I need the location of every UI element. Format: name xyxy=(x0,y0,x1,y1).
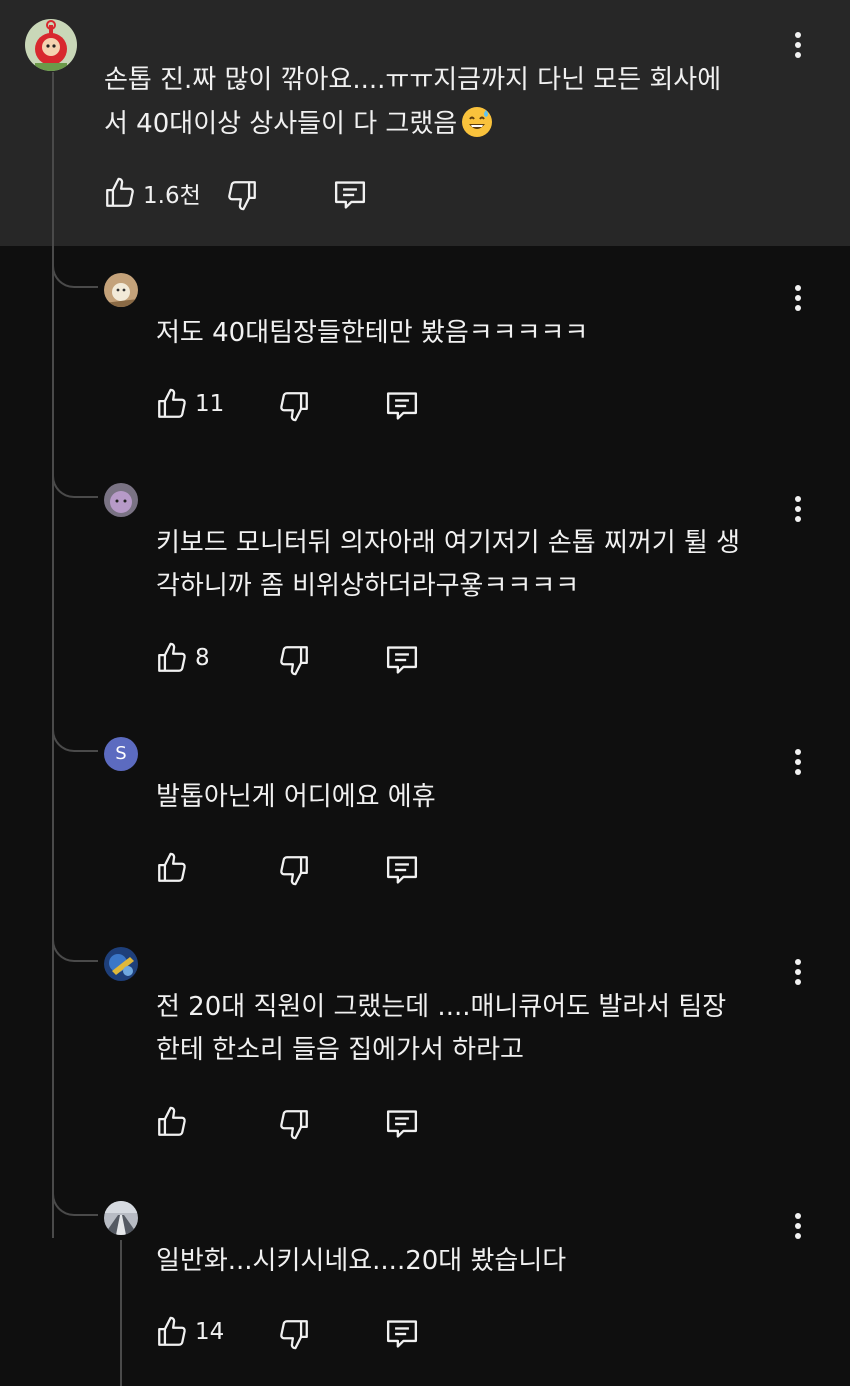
more-options-button[interactable] xyxy=(786,1208,810,1244)
reply-text-line: 일반화...시키시네요....20대 봤습니다 xyxy=(156,1246,567,1276)
avatar[interactable] xyxy=(104,1201,138,1235)
thread-connector xyxy=(52,468,98,498)
comment-text-line: 손톱 진.짜 많이 깎아요....ㅠㅠ지금까지 다닌 모든 회사에 xyxy=(104,65,722,95)
thumbs-down-icon xyxy=(225,178,259,212)
comment-icon xyxy=(332,178,368,212)
more-options-button[interactable] xyxy=(786,954,810,990)
more-vert-icon xyxy=(795,1213,801,1239)
dislike-button[interactable] xyxy=(277,1317,311,1351)
dislike-button[interactable] xyxy=(277,1107,311,1141)
thumbs-down-icon xyxy=(277,853,311,887)
reply-text-line: 전 20대 직원이 그랬는데 ....매니큐어도 발라서 팀장 xyxy=(156,992,727,1022)
thumbs-up-icon xyxy=(103,176,137,210)
thumbs-up-icon xyxy=(155,1315,189,1349)
dislike-button[interactable] xyxy=(277,643,311,677)
avatar[interactable]: S xyxy=(104,737,138,771)
like-button[interactable] xyxy=(155,1105,195,1139)
more-options-button[interactable] xyxy=(786,27,810,63)
more-vert-icon xyxy=(795,496,801,522)
more-options-button[interactable] xyxy=(786,491,810,527)
thumbs-down-icon xyxy=(277,1317,311,1351)
like-count: 11 xyxy=(195,391,225,417)
avatar[interactable] xyxy=(104,273,138,307)
like-count: 1.6천 xyxy=(143,183,201,209)
dislike-button[interactable] xyxy=(277,389,311,423)
thumbs-down-icon xyxy=(277,643,311,677)
like-count: 8 xyxy=(195,645,210,671)
thread-connector xyxy=(52,722,98,752)
comment-icon xyxy=(384,853,420,887)
like-button[interactable]: 11 xyxy=(155,387,224,421)
reply-button[interactable] xyxy=(384,853,420,887)
like-button[interactable] xyxy=(155,851,195,885)
dislike-button[interactable] xyxy=(277,853,311,887)
reply-button[interactable] xyxy=(384,1317,420,1351)
thumbs-up-icon xyxy=(155,641,189,675)
comment-icon xyxy=(384,1107,420,1141)
thumbs-up-icon xyxy=(155,387,189,421)
reply-text-line: 각하니까 좀 비위상하더라구욯ㅋㅋㅋㅋ xyxy=(156,571,580,601)
like-button[interactable]: 8 xyxy=(155,641,210,675)
reply-button[interactable] xyxy=(384,389,420,423)
more-options-button[interactable] xyxy=(786,280,810,316)
reply-text-line: 키보드 모니터뒤 의자아래 여기저기 손톱 찌꺼기 튈 생 xyxy=(156,528,741,558)
thumbs-up-icon xyxy=(155,851,189,885)
avatar[interactable] xyxy=(104,483,138,517)
avatar[interactable] xyxy=(25,19,77,71)
thumbs-down-icon xyxy=(277,389,311,423)
thumbs-down-icon xyxy=(277,1107,311,1141)
reply-button[interactable] xyxy=(384,1107,420,1141)
comment-icon xyxy=(384,389,420,423)
dislike-button[interactable] xyxy=(225,178,259,212)
reply-thread-line xyxy=(120,1240,122,1386)
more-vert-icon xyxy=(795,959,801,985)
comment-text-line: 서 40대이상 상사들이 다 그랬음 xyxy=(104,101,493,153)
like-button[interactable]: 1.6천 xyxy=(103,176,201,210)
thumbs-up-icon xyxy=(155,1105,189,1139)
reply-text-line: 한테 한소리 들음 집에가서 하라고 xyxy=(156,1035,524,1065)
sweat-smile-emoji-icon xyxy=(461,106,493,153)
more-options-button[interactable] xyxy=(786,744,810,780)
like-count: 14 xyxy=(195,1319,225,1345)
more-vert-icon xyxy=(795,749,801,775)
thread-connector xyxy=(52,258,98,288)
thread-connector xyxy=(52,932,98,962)
like-button[interactable]: 14 xyxy=(155,1315,224,1349)
reply-button[interactable] xyxy=(384,643,420,677)
comment-text: 서 40대이상 상사들이 다 그랬음 xyxy=(104,109,458,139)
thread-line xyxy=(52,72,54,1238)
thread-connector xyxy=(52,1186,98,1216)
more-vert-icon xyxy=(795,32,801,58)
comment-icon xyxy=(384,1317,420,1351)
avatar[interactable] xyxy=(104,947,138,981)
reply-button[interactable] xyxy=(332,178,368,212)
more-vert-icon xyxy=(795,285,801,311)
reply-text-line: 저도 40대팀장들한테만 봤음ㅋㅋㅋㅋㅋ xyxy=(156,318,589,348)
reply-text-line: 발톱아닌게 어디에요 에휴 xyxy=(156,782,436,812)
comment-icon xyxy=(384,643,420,677)
